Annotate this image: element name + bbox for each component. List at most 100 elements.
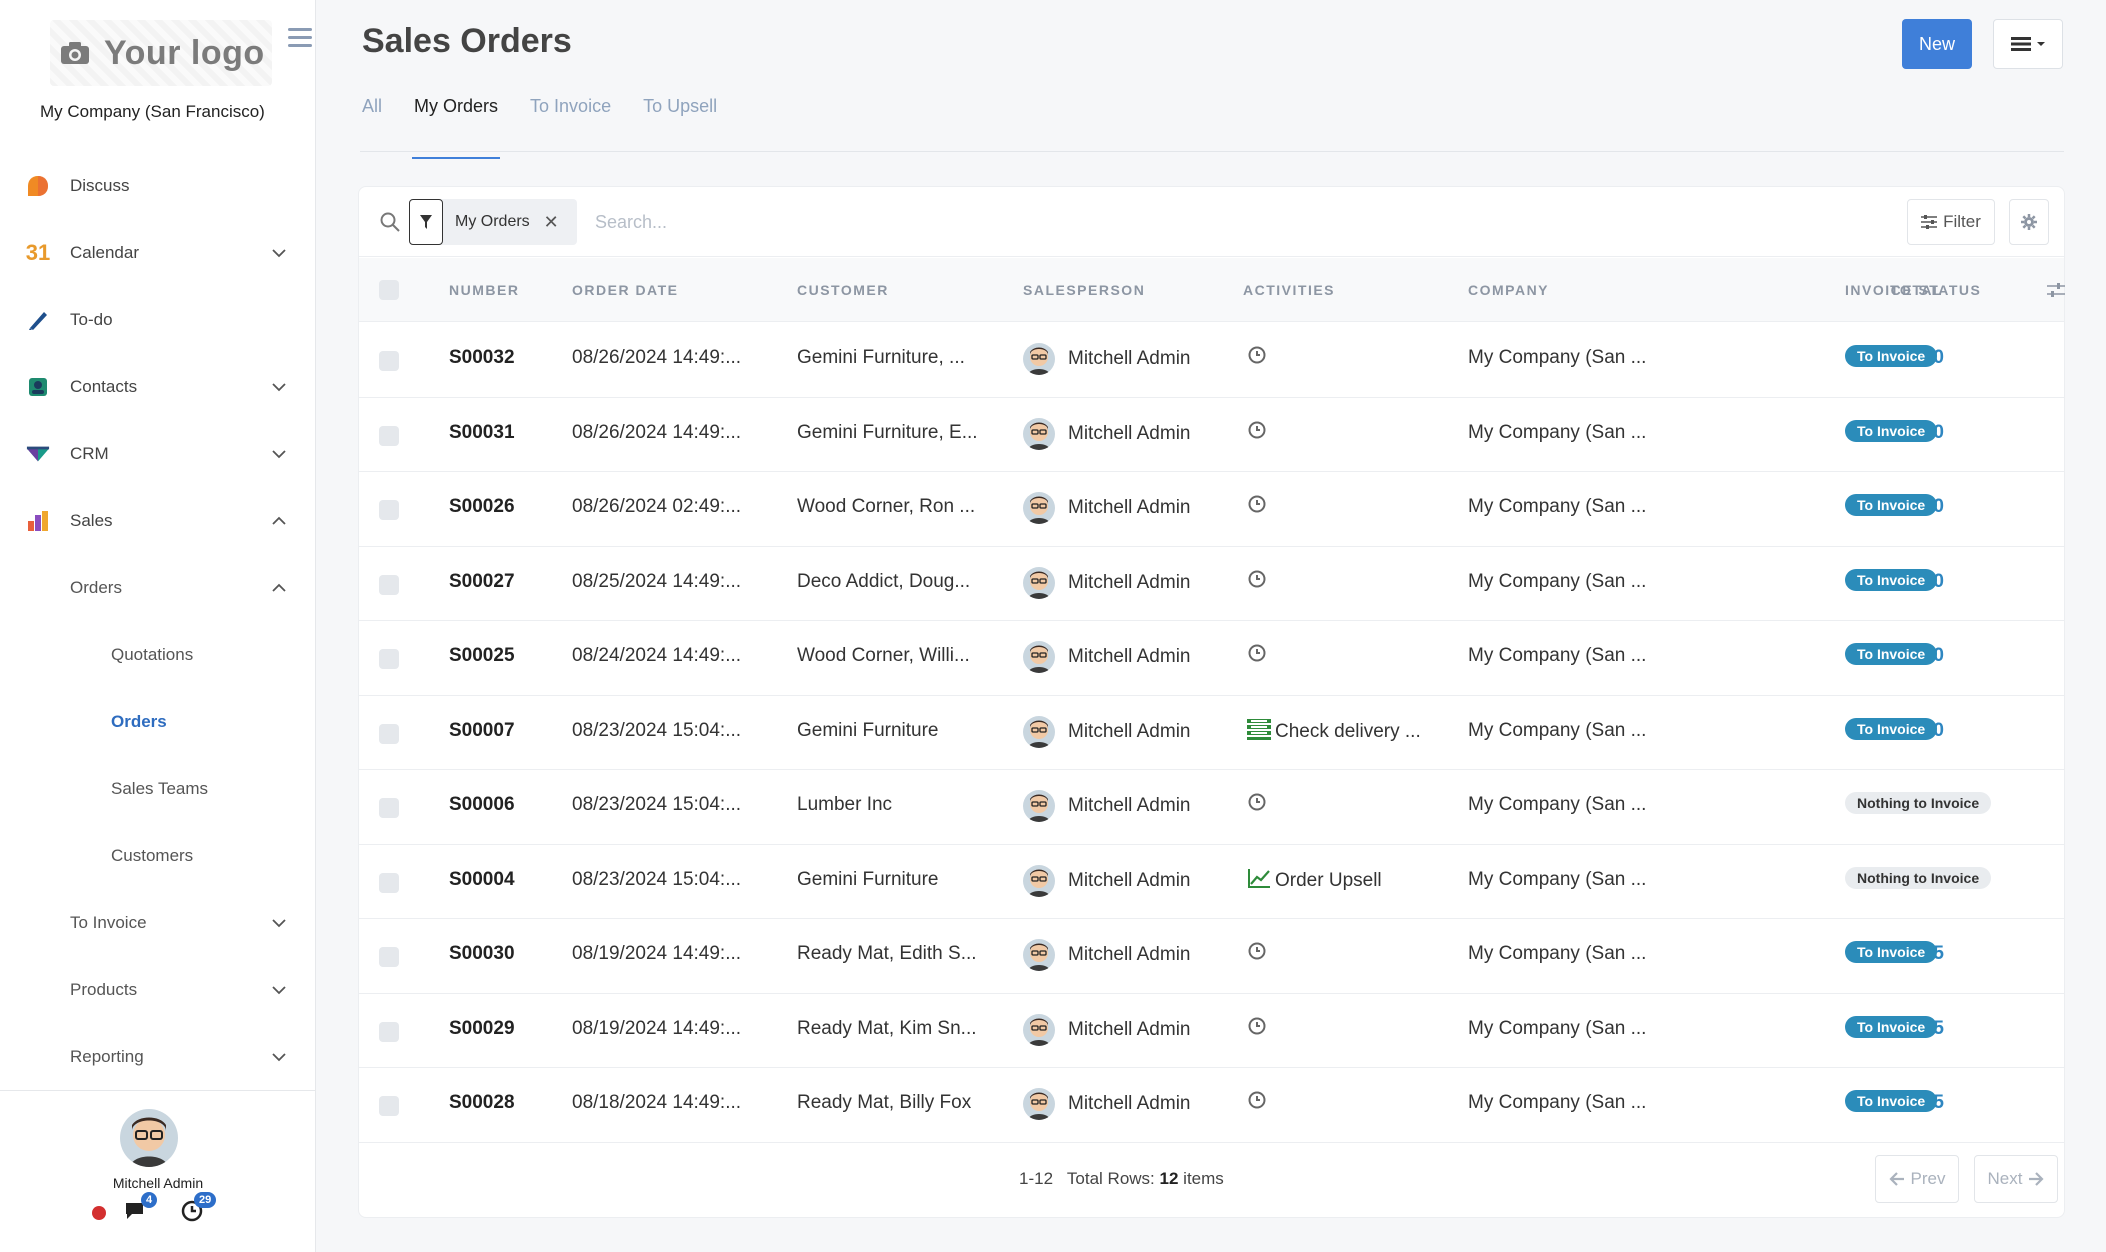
settings-button[interactable] (2009, 199, 2049, 245)
column-header-invoice-status[interactable]: INVOICE STATUS (1845, 282, 1981, 298)
search-icon[interactable] (379, 211, 401, 233)
table-row[interactable]: S00031 08/26/2024 14:49:... Gemini Furnitu… (359, 398, 2064, 472)
row-checkbox[interactable] (379, 872, 399, 893)
remove-facet-icon[interactable]: ✕ (544, 212, 559, 233)
activity-widget[interactable] (1247, 420, 1267, 446)
column-header-activities[interactable]: ACTIVITIES (1243, 282, 1335, 298)
view-switcher-button[interactable] (1993, 19, 2063, 69)
nav-discuss[interactable]: Discuss (0, 152, 316, 219)
chevron-down-icon[interactable] (270, 445, 288, 463)
table-row[interactable]: S00026 08/26/2024 02:49:... Wood Corner, R… (359, 472, 2064, 547)
nav-reporting[interactable]: Reporting (0, 1023, 316, 1090)
avatar[interactable] (1023, 1088, 1055, 1120)
nav-sales[interactable]: Sales (0, 487, 316, 554)
filter-button[interactable]: Filter (1907, 199, 1995, 245)
table-row[interactable]: S00029 08/19/2024 14:49:... Ready Mat, Kim… (359, 994, 2064, 1068)
avatar[interactable] (1023, 343, 1055, 375)
chevron-up-icon[interactable] (270, 579, 288, 597)
messages-icon[interactable]: 4 (123, 1192, 158, 1224)
nav-calendar[interactable]: 31 Calendar (0, 219, 316, 286)
activity-widget[interactable] (1247, 494, 1267, 520)
column-header-order-date[interactable]: ORDER DATE (572, 282, 679, 298)
chevron-down-icon[interactable] (270, 981, 288, 999)
next-page-button[interactable]: Next (1974, 1155, 2058, 1203)
new-button[interactable]: New (1902, 19, 1972, 69)
nav-sales-teams[interactable]: Sales Teams (0, 755, 316, 822)
activity-widget[interactable] (1247, 569, 1267, 595)
tab-my-orders[interactable]: My Orders (412, 96, 501, 159)
tab-to-upsell[interactable]: To Upsell (643, 96, 717, 159)
nav-orders[interactable]: Orders (0, 688, 316, 755)
company-switcher[interactable]: My Company (San Francisco) (40, 102, 265, 122)
avatar[interactable] (1023, 715, 1055, 748)
column-header-customer[interactable]: CUSTOMER (797, 282, 889, 298)
activity-widget[interactable] (1247, 792, 1267, 818)
avatar[interactable] (1023, 641, 1055, 673)
chevron-down-icon[interactable] (270, 378, 288, 396)
avatar[interactable] (1023, 417, 1055, 450)
avatar[interactable] (120, 1109, 178, 1167)
tab-all[interactable]: All (362, 96, 382, 159)
activity-widget[interactable] (1247, 941, 1267, 967)
optional-columns-icon[interactable] (2047, 282, 2065, 298)
nav-contacts[interactable]: Contacts (0, 353, 316, 420)
status-dot[interactable] (92, 1206, 106, 1220)
order-date: 08/26/2024 14:49:... (572, 347, 742, 368)
row-checkbox[interactable] (379, 723, 399, 744)
activity-widget[interactable] (1247, 643, 1267, 669)
chevron-down-icon[interactable] (270, 244, 288, 262)
avatar[interactable] (1023, 939, 1055, 971)
order-date: 08/19/2024 14:49:... (572, 1017, 742, 1039)
row-checkbox[interactable] (379, 500, 399, 520)
avatar[interactable] (1023, 1013, 1055, 1046)
nav-crm[interactable]: CRM (0, 420, 316, 487)
activity-widget[interactable] (1247, 1016, 1267, 1042)
select-all-checkbox[interactable] (379, 280, 399, 300)
table-row[interactable]: S00032 08/26/2024 14:49:... Gemini Furnitu… (359, 323, 2064, 398)
row-checkbox[interactable] (379, 425, 399, 446)
column-header-salesperson[interactable]: SALESPERSON (1023, 282, 1145, 298)
chevron-down-icon[interactable] (270, 1048, 288, 1066)
column-header-company[interactable]: COMPANY (1468, 282, 1549, 298)
upsell-chart-icon (1247, 867, 1271, 895)
activity-widget[interactable]: Check delivery ... (1247, 718, 1421, 746)
table-row[interactable]: S00027 08/25/2024 14:49:... Deco Addict, D… (359, 547, 2064, 621)
avatar[interactable] (1023, 790, 1055, 822)
activity-widget[interactable] (1247, 1090, 1267, 1116)
activity-widget[interactable]: Order Upsell (1247, 867, 1382, 895)
table-row[interactable]: S00006 08/23/2024 15:04:... Lumber Inc Mitc… (359, 770, 2064, 845)
clock-icon (1247, 1090, 1267, 1116)
nav-products[interactable]: Products (0, 956, 316, 1023)
table-row[interactable]: S00007 08/23/2024 15:04:... Gemini Furnitu… (359, 696, 2064, 770)
chevron-up-icon[interactable] (270, 512, 288, 530)
row-checkbox[interactable] (379, 947, 399, 967)
sidebar: Your logo My Company (San Francisco) Dis… (0, 0, 316, 1252)
chevron-down-icon[interactable] (270, 914, 288, 932)
nav-orders-group[interactable]: Orders (0, 554, 316, 621)
table-row[interactable]: S00004 08/23/2024 15:04:... Gemini Furnitu… (359, 845, 2064, 919)
table-row[interactable]: S00030 08/19/2024 14:49:... Ready Mat, Edi… (359, 919, 2064, 994)
avatar[interactable] (1023, 864, 1055, 897)
search-input[interactable] (595, 209, 1395, 235)
avatar[interactable] (1023, 492, 1055, 524)
nav-customers[interactable]: Customers (0, 822, 316, 889)
tab-to-invoice[interactable]: To Invoice (530, 96, 611, 159)
activity-widget[interactable] (1247, 345, 1267, 371)
nav-quotations[interactable]: Quotations (0, 621, 316, 688)
row-checkbox[interactable] (379, 798, 399, 818)
row-checkbox[interactable] (379, 1096, 399, 1116)
row-checkbox[interactable] (379, 649, 399, 669)
row-checkbox[interactable] (379, 574, 399, 595)
table-row[interactable]: S00025 08/24/2024 14:49:... Wood Corner, W… (359, 621, 2064, 696)
column-header-number[interactable]: NUMBER (449, 282, 519, 298)
activities-icon[interactable]: 29 (180, 1192, 217, 1224)
row-checkbox[interactable] (379, 1021, 399, 1042)
prev-page-button[interactable]: Prev (1875, 1155, 1959, 1203)
menu-toggle-icon[interactable] (288, 28, 312, 52)
company-logo[interactable]: Your logo (50, 20, 272, 86)
row-checkbox[interactable] (379, 351, 399, 371)
avatar[interactable] (1023, 566, 1055, 599)
nav-to-invoice[interactable]: To Invoice (0, 889, 316, 956)
nav-todo[interactable]: To-do (0, 286, 316, 353)
table-row[interactable]: S00028 08/18/2024 14:49:... Ready Mat, Bil… (359, 1068, 2064, 1143)
